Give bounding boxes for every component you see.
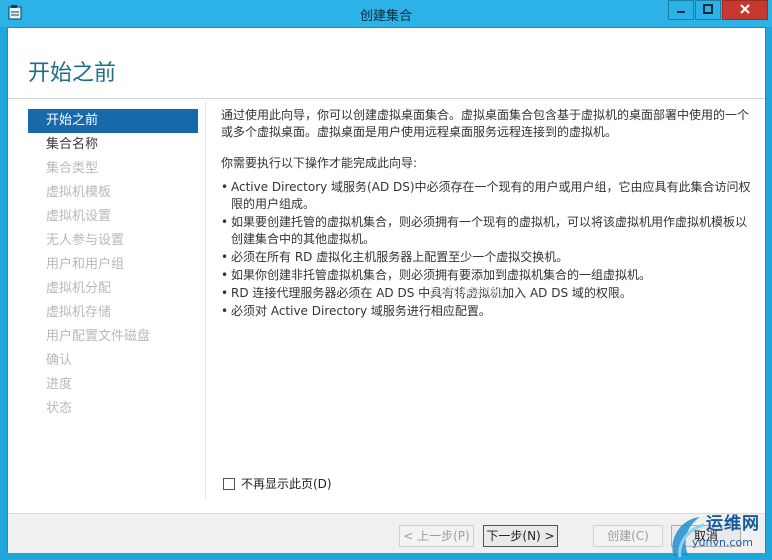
nav-item-progress: 进度 [46,377,73,392]
list-item: 如果你创建非托管虚拟机集合，则必须拥有要添加到虚拟机集合的一组虚拟机。 [221,267,756,284]
dont-show-again-row: 不再显示此页(D) [223,475,332,492]
maximize-icon [703,3,713,17]
list-item: 必须对 Active Directory 域服务进行相应配置。 [221,303,756,320]
nav-item-vm-template: 虚拟机模板 [46,185,112,200]
list-item: 必须在所有 RD 虚拟化主机服务器上配置至少一个虚拟交换机。 [221,249,756,266]
wizard-step-nav: 开始之前 集合名称 集合类型 虚拟机模板 虚拟机设置 无人参与设置 用户和用户组… [28,109,198,421]
list-item: Active Directory 域服务(AD DS)中必须存在一个现有的用户或… [221,179,756,213]
nav-item-vm-storage: 虚拟机存储 [46,305,112,320]
list-item: 如果要创建托管的虚拟机集合，则必须拥有一个现有的虚拟机，可以将该虚拟机用作虚拟机… [221,214,756,248]
button-bar: < 上一步(P) 下一步(N) > 创建(C) 取消 [8,513,765,553]
nav-item-vm-allocation: 虚拟机分配 [46,281,112,296]
nav-item-confirmation: 确认 [46,353,73,368]
nav-item-vm-settings: 虚拟机设置 [46,209,112,224]
next-button[interactable]: 下一步(N) > [483,525,558,547]
nav-item-before-you-begin[interactable]: 开始之前 [28,109,198,133]
nav-item-collection-name[interactable]: 集合名称 [28,133,198,157]
create-button: 创建(C) [593,525,663,547]
header-divider [8,98,765,99]
watermark: zeduoyong [428,283,505,299]
site-logo: 运维网 yunvn.com [666,505,772,560]
nav-item-collection-type: 集合类型 [46,161,99,176]
close-button[interactable] [722,0,768,20]
intro-paragraph: 通过使用此向导，你可以创建虚拟桌面集合。虚拟桌面集合包含基于虚拟机的桌面部署中使… [221,108,750,139]
requirements-lead: 你需要执行以下操作才能完成此向导: [221,156,418,170]
nav-item-users-and-groups: 用户和用户组 [46,257,125,272]
window-title: 创建集合 [359,9,412,24]
page-title: 开始之前 [28,61,117,86]
maximize-button[interactable] [695,0,721,20]
close-icon [740,3,750,17]
minimize-button[interactable] [668,0,694,20]
title-bar: 创建集合 [0,0,772,27]
logo-domain: yunvn.com [692,536,753,549]
minimize-icon [676,3,686,17]
nav-item-user-profile-disks: 用户配置文件磁盘 [46,329,151,344]
nav-divider [205,102,206,498]
dont-show-again-label[interactable]: 不再显示此页(D) [241,475,332,492]
nav-item-unattended-settings: 无人参与设置 [46,233,125,248]
logo-text: 运维网 [706,514,760,534]
nav-item-results: 状态 [46,401,73,416]
wizard-dialog: 开始之前 开始之前 集合名称 集合类型 虚拟机模板 虚拟机设置 无人参与设置 用… [7,27,766,553]
previous-button: < 上一步(P) [399,525,474,547]
dont-show-again-checkbox[interactable] [223,477,235,490]
